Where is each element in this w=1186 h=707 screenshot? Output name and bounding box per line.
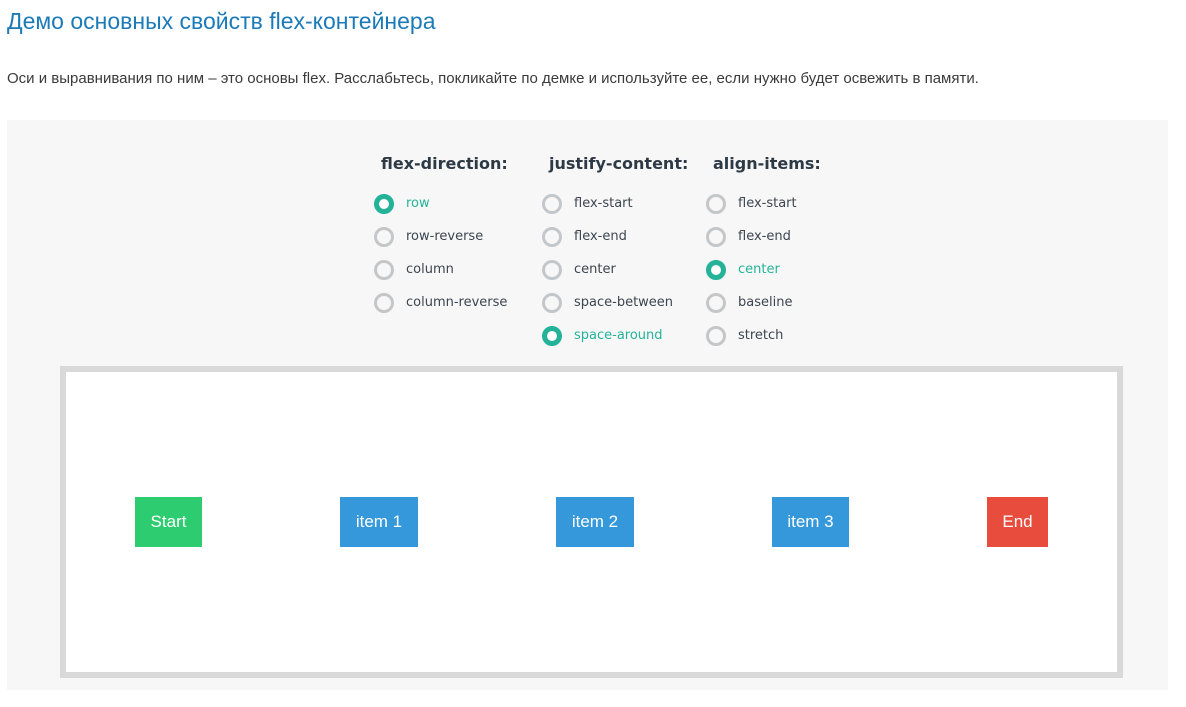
radio-unchecked-icon[interactable] xyxy=(374,292,394,313)
radio-option-stretch[interactable]: stretch xyxy=(706,319,821,352)
flex-direction-group: flex-direction: row row-reverse column colu… xyxy=(374,154,508,319)
radio-dot xyxy=(549,267,555,273)
radio-dot xyxy=(549,201,555,207)
radio-label: row-reverse xyxy=(406,229,484,244)
justify-content-group: justify-content: flex-start flex-end cente… xyxy=(542,154,688,352)
flex-item-2: item 2 xyxy=(556,497,634,547)
flex-direction-options: row row-reverse column column-reverse xyxy=(374,187,508,319)
radio-option-flex-start[interactable]: flex-start xyxy=(542,187,688,220)
radio-dot xyxy=(549,234,555,240)
flex-item-start: Start xyxy=(135,497,202,547)
radio-label: flex-end xyxy=(574,229,627,244)
radio-option-column[interactable]: column xyxy=(374,253,508,286)
radio-unchecked-icon[interactable] xyxy=(374,226,394,247)
radio-unchecked-icon[interactable] xyxy=(542,259,562,280)
radio-dot xyxy=(381,300,387,306)
radio-checked-icon[interactable] xyxy=(374,193,394,214)
radio-option-center[interactable]: center xyxy=(542,253,688,286)
justify-content-title: justify-content: xyxy=(549,154,689,173)
radio-option-flex-start[interactable]: flex-start xyxy=(706,187,821,220)
radio-label: center xyxy=(574,262,616,277)
flex-item-end: End xyxy=(987,497,1048,547)
radio-option-space-around[interactable]: space-around xyxy=(542,319,688,352)
flex-direction-title: flex-direction: xyxy=(381,154,508,173)
radio-label: space-around xyxy=(574,328,663,343)
align-items-options: flex-start flex-end center baseline stretch xyxy=(706,187,821,352)
radio-option-center[interactable]: center xyxy=(706,253,821,286)
radio-label: flex-start xyxy=(738,196,797,211)
radio-unchecked-icon[interactable] xyxy=(374,259,394,280)
radio-label: baseline xyxy=(738,295,793,310)
radio-option-row-reverse[interactable]: row-reverse xyxy=(374,220,508,253)
intro-text: Оси и выравнивания по ним – это основы f… xyxy=(7,70,979,87)
align-items-group: align-items: flex-start flex-end center bas… xyxy=(706,154,821,352)
radio-option-flex-end[interactable]: flex-end xyxy=(706,220,821,253)
radio-unchecked-icon[interactable] xyxy=(706,292,726,313)
radio-label: flex-start xyxy=(574,196,633,211)
radio-dot xyxy=(713,234,719,240)
radio-dot xyxy=(713,201,719,207)
radio-label: column-reverse xyxy=(406,295,508,310)
radio-unchecked-icon[interactable] xyxy=(706,325,726,346)
flex-item-1: item 1 xyxy=(340,497,418,547)
flex-item-3: item 3 xyxy=(772,497,849,547)
radio-dot xyxy=(549,300,555,306)
radio-dot xyxy=(381,234,387,240)
radio-label: row xyxy=(406,196,430,211)
radio-option-column-reverse[interactable]: column-reverse xyxy=(374,286,508,319)
radio-label: space-between xyxy=(574,295,674,310)
radio-dot xyxy=(713,300,719,306)
radio-unchecked-icon[interactable] xyxy=(542,292,562,313)
radio-option-flex-end[interactable]: flex-end xyxy=(542,220,688,253)
radio-option-row[interactable]: row xyxy=(374,187,508,220)
radio-unchecked-icon[interactable] xyxy=(542,193,562,214)
flex-container-preview: Start item 1 item 2 item 3 End xyxy=(60,366,1123,678)
justify-content-options: flex-start flex-end center space-between spa… xyxy=(542,187,688,352)
radio-label: column xyxy=(406,262,454,277)
radio-unchecked-icon[interactable] xyxy=(706,193,726,214)
radio-unchecked-icon[interactable] xyxy=(706,226,726,247)
radio-option-space-between[interactable]: space-between xyxy=(542,286,688,319)
controls: flex-direction: row row-reverse column colu… xyxy=(7,120,1168,360)
radio-dot xyxy=(381,267,387,273)
radio-checked-icon[interactable] xyxy=(542,325,562,346)
radio-unchecked-icon[interactable] xyxy=(542,226,562,247)
page-title: Демо основных свойств flex-контейнера xyxy=(7,8,436,34)
align-items-title: align-items: xyxy=(713,154,821,173)
flex-demo-panel: flex-direction: row row-reverse column colu… xyxy=(7,120,1168,690)
radio-dot xyxy=(713,333,719,339)
radio-option-baseline[interactable]: baseline xyxy=(706,286,821,319)
radio-label: flex-end xyxy=(738,229,791,244)
radio-label: center xyxy=(738,262,780,277)
radio-label: stretch xyxy=(738,328,784,343)
radio-checked-icon[interactable] xyxy=(706,259,726,280)
